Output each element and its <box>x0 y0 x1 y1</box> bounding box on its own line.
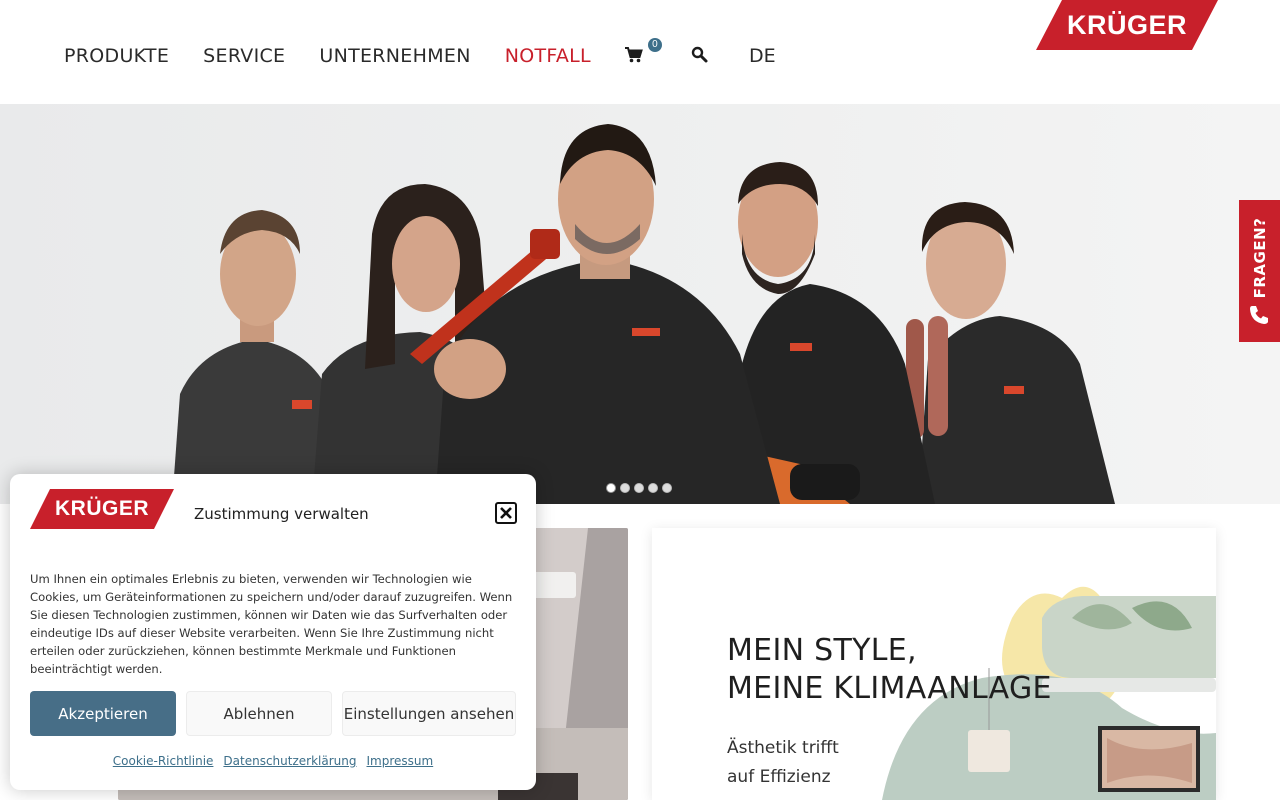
imprint-link[interactable]: Impressum <box>367 754 434 768</box>
privacy-policy-link[interactable]: Datenschutzerklärung <box>223 754 356 768</box>
card-subtitle: Ästhetik trifft auf Effizienz <box>727 734 839 792</box>
language-switch[interactable]: DE <box>749 45 776 67</box>
cookie-consent-dialog: KRÜGER Zustimmung verwalten Um Ihnen ein… <box>10 474 536 790</box>
search-icon <box>691 46 708 63</box>
card-subtitle-line2: auf Effizienz <box>727 767 831 787</box>
nav-unternehmen[interactable]: UNTERNEHMEN <box>319 45 470 67</box>
card-title-line1: MEIN STYLE, <box>727 633 917 668</box>
site-header: PRODUKTE SERVICE UNTERNEHMEN NOTFALL 0 D… <box>0 0 1280 104</box>
main-nav: PRODUKTE SERVICE UNTERNEHMEN NOTFALL 0 D… <box>64 38 776 68</box>
questions-side-tab[interactable]: FRAGEN? <box>1239 200 1280 342</box>
cookie-policy-link[interactable]: Cookie-Richtlinie <box>113 754 214 768</box>
hero-slider <box>0 104 1280 504</box>
logo-text: KRÜGER <box>1066 9 1187 40</box>
consent-links: Cookie-Richtlinie Datenschutzerklärung I… <box>10 754 536 768</box>
slide-dot[interactable] <box>648 483 658 493</box>
deny-button[interactable]: Ablehnen <box>186 691 332 736</box>
header-logo[interactable]: KRÜGER <box>1036 0 1218 50</box>
close-consent-button[interactable] <box>495 502 517 524</box>
slide-dot[interactable] <box>662 483 672 493</box>
search-button[interactable] <box>691 46 711 66</box>
view-settings-button[interactable]: Einstellungen ansehen <box>342 691 516 736</box>
consent-title: Zustimmung verwalten <box>194 505 369 523</box>
slide-dot[interactable] <box>606 483 616 493</box>
side-tab-label: FRAGEN? <box>1250 217 1269 299</box>
cart-icon <box>624 47 643 63</box>
accept-button[interactable]: Akzeptieren <box>30 691 176 736</box>
close-icon <box>500 507 512 519</box>
card-title: MEIN STYLE, MEINE KLIMAANLAGE <box>727 632 1052 708</box>
hero-slide-dots <box>606 483 672 493</box>
card-subtitle-line1: Ästhetik trifft <box>727 738 839 758</box>
cart-button[interactable]: 0 <box>624 38 662 68</box>
nav-service[interactable]: SERVICE <box>203 45 285 67</box>
slide-dot[interactable] <box>620 483 630 493</box>
consent-body-text: Um Ihnen ein optimales Erlebnis zu biete… <box>30 572 513 676</box>
nav-produkte[interactable]: PRODUKTE <box>64 45 169 67</box>
team-member-5 <box>906 202 1115 504</box>
hero-team-illustration <box>172 124 1115 504</box>
card-title-line2: MEINE KLIMAANLAGE <box>727 671 1052 706</box>
nav-notfall[interactable]: NOTFALL <box>505 45 591 67</box>
phone-icon <box>1250 306 1268 324</box>
slide-dot[interactable] <box>634 483 644 493</box>
team-member-3 <box>410 124 780 504</box>
style-promo-card[interactable]: MEIN STYLE, MEINE KLIMAANLAGE Ästhetik t… <box>652 528 1216 800</box>
logo-text: KRÜGER <box>54 497 149 520</box>
team-member-1 <box>172 210 340 504</box>
cart-count-badge: 0 <box>647 38 662 52</box>
consent-logo: KRÜGER <box>30 489 174 529</box>
